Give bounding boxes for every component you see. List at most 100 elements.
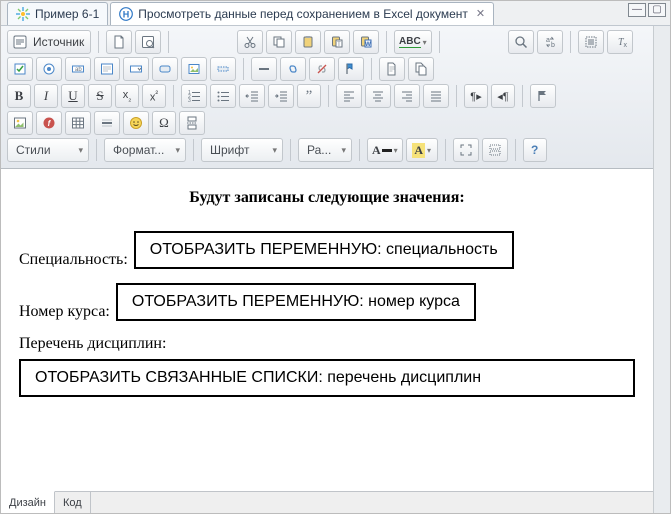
form-checkbox-button[interactable]: [7, 57, 33, 81]
blockquote-button[interactable]: ”: [297, 84, 321, 108]
template-button[interactable]: [379, 57, 405, 81]
alignr-icon: [399, 88, 415, 104]
flash-icon: f: [41, 115, 57, 131]
textfield-icon: ab: [70, 61, 86, 77]
underline-button[interactable]: U: [61, 84, 85, 108]
replace-button[interactable]: ab: [537, 30, 563, 54]
field-label: Перечень дисциплин:: [19, 335, 635, 353]
superscript-button[interactable]: x²: [142, 84, 166, 108]
editor-canvas[interactable]: Будут записаны следующие значения: Специ…: [1, 169, 653, 491]
field-label: Специальность:: [19, 251, 128, 269]
minimize-button[interactable]: —: [628, 3, 646, 17]
code-tab[interactable]: Код: [55, 492, 91, 513]
hr-icon: [99, 115, 115, 131]
maximize-button[interactable]: ▢: [648, 3, 666, 17]
button-icon: [157, 61, 173, 77]
paste-button[interactable]: [295, 30, 321, 54]
tab-label: Пример 6-1: [35, 7, 99, 21]
form-textarea-button[interactable]: [94, 57, 120, 81]
find-button[interactable]: [508, 30, 534, 54]
new-doc-button[interactable]: [106, 30, 132, 54]
cut-button[interactable]: [237, 30, 263, 54]
template2-icon: [413, 61, 429, 77]
smile-icon: [128, 115, 144, 131]
align-right-button[interactable]: [394, 84, 420, 108]
indent-icon: [273, 88, 289, 104]
hidden-icon: [215, 61, 231, 77]
svg-text:ab: ab: [75, 67, 82, 73]
table-button[interactable]: [65, 111, 91, 135]
pagebreak-icon: [184, 115, 200, 131]
paste-word-button[interactable]: W: [353, 30, 379, 54]
paste-icon: [300, 34, 316, 50]
link-button[interactable]: [280, 57, 306, 81]
flash-button[interactable]: f: [36, 111, 62, 135]
form-button-button[interactable]: [152, 57, 178, 81]
paste-text-button[interactable]: T: [324, 30, 350, 54]
template-2-button[interactable]: [408, 57, 434, 81]
bullist-icon: [215, 88, 231, 104]
align-center-button[interactable]: [365, 84, 391, 108]
preview-button[interactable]: [135, 30, 161, 54]
italic-button[interactable]: I: [34, 84, 58, 108]
image-button[interactable]: [7, 111, 33, 135]
tab-example[interactable]: Пример 6-1: [7, 2, 108, 25]
text-color-button[interactable]: A▾: [367, 138, 403, 162]
size-dropdown[interactable]: Ра...▾: [298, 138, 352, 162]
bulleted-list-button[interactable]: [210, 84, 236, 108]
bold-button[interactable]: B: [7, 84, 31, 108]
remove-format-button[interactable]: Tx: [607, 30, 633, 54]
horizontal-rule-button[interactable]: [94, 111, 120, 135]
format-dropdown[interactable]: Формат...▾: [104, 138, 186, 162]
outdent-button[interactable]: [239, 84, 265, 108]
show-blocks-button[interactable]: [482, 138, 508, 162]
h-icon: H: [119, 7, 133, 21]
variable-box[interactable]: ОТОБРАЗИТЬ ПЕРЕМЕННУЮ: специальность: [134, 231, 514, 269]
cut-icon: [242, 34, 258, 50]
flag-button[interactable]: [530, 84, 556, 108]
spellcheck-button[interactable]: ABC▾: [394, 30, 432, 54]
form-textfield-button[interactable]: ab: [65, 57, 91, 81]
subscript-button[interactable]: x₂: [115, 84, 139, 108]
form-imagebutton-button[interactable]: [181, 57, 207, 81]
unlink-button[interactable]: [309, 57, 335, 81]
tab-preview-excel[interactable]: H Просмотреть данные перед сохранением в…: [110, 2, 494, 25]
copy-button[interactable]: [266, 30, 292, 54]
styles-dropdown[interactable]: Стили▾: [7, 138, 89, 162]
select-all-button[interactable]: [578, 30, 604, 54]
close-icon[interactable]: ✕: [476, 7, 485, 20]
ltr-button[interactable]: ¶▸: [464, 84, 488, 108]
source-button[interactable]: Источник: [7, 30, 91, 54]
svg-text:b: b: [551, 42, 555, 49]
rtl-button[interactable]: ◂¶: [491, 84, 515, 108]
align-left-button[interactable]: [336, 84, 362, 108]
doc-row: Перечень дисциплин: ОТОБРАЗИТЬ СВЯЗАННЫЕ…: [19, 335, 635, 397]
form-select-button[interactable]: [123, 57, 149, 81]
bg-color-button[interactable]: A▾: [406, 138, 438, 162]
hr-minus-button[interactable]: [251, 57, 277, 81]
font-dropdown[interactable]: Шрифт▾: [201, 138, 283, 162]
form-hidden-button[interactable]: [210, 57, 236, 81]
indent-button[interactable]: [268, 84, 294, 108]
special-char-button[interactable]: Ω: [152, 111, 176, 135]
abc-icon: ABC: [399, 36, 421, 48]
vertical-scrollbar[interactable]: [653, 26, 670, 513]
source-icon: [12, 34, 28, 50]
page-break-button[interactable]: [179, 111, 205, 135]
variable-box[interactable]: ОТОБРАЗИТЬ СВЯЗАННЫЕ СПИСКИ: перечень ди…: [19, 359, 635, 397]
clearfmt-icon: Tx: [612, 34, 628, 50]
strike-button[interactable]: S: [88, 84, 112, 108]
variable-box[interactable]: ОТОБРАЗИТЬ ПЕРЕМЕННУЮ: номер курса: [116, 283, 476, 321]
help-button[interactable]: ?: [523, 138, 547, 162]
selectall-icon: [583, 34, 599, 50]
anchor-button[interactable]: [338, 57, 364, 81]
smiley-button[interactable]: [123, 111, 149, 135]
alignc-icon: [370, 88, 386, 104]
link-icon: [285, 61, 301, 77]
numbered-list-button[interactable]: 123: [181, 84, 207, 108]
form-radio-button[interactable]: [36, 57, 62, 81]
align-justify-button[interactable]: [423, 84, 449, 108]
design-tab[interactable]: Дизайн: [1, 491, 55, 513]
maximize-editor-button[interactable]: [453, 138, 479, 162]
doc-heading: Будут записаны следующие значения:: [19, 189, 635, 207]
